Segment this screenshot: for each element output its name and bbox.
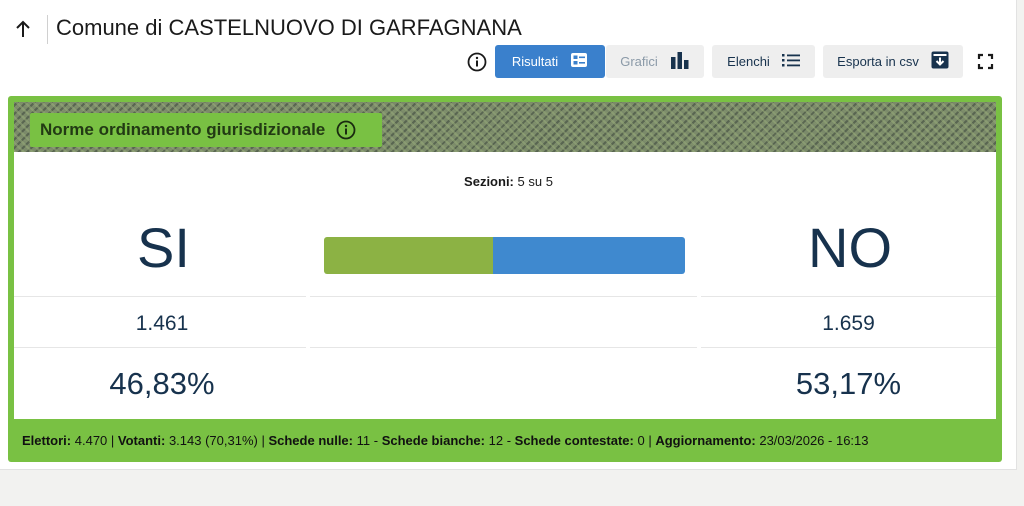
row-divider [701,347,996,348]
schede-bianche-label: Schede bianche: [381,433,485,448]
esporta-csv-button[interactable]: Esporta in csv [823,45,963,78]
esporta-label: Esporta in csv [837,54,919,69]
no-label: NO [808,216,892,279]
schede-bianche-value: 12 [488,433,504,448]
summary-footer: Elettori: 4.470 | Votanti: 3.143 (70,31%… [22,433,869,448]
yes-votes: 1.461 [135,312,189,335]
row-divider [701,296,996,297]
votanti-value: 3.143 (70,31%) [168,433,258,448]
elettori-value: 4.470 [74,433,108,448]
topic-title-text: Norme ordinamento giurisdizionale [40,120,326,139]
list-card-icon [570,52,588,71]
risultati-button[interactable]: Risultati [495,45,605,78]
grafici-label: Grafici [620,54,658,69]
back-up-arrow-icon[interactable] [12,16,34,42]
no-votes: 1.659 [822,312,875,335]
yes-percentage: 46,83% [109,366,215,401]
schede-nulle-label: Schede nulle: [268,433,353,448]
page-title: Comune di CASTELNUOVO DI GARFAGNANA [56,15,522,40]
topic-info-icon[interactable] [335,119,357,141]
no-percentage: 53,17% [795,366,902,401]
risultati-label: Risultati [511,54,559,69]
page-edge [1017,0,1024,506]
elenchi-button[interactable]: Elenchi [712,45,815,78]
topic-title: Norme ordinamento giurisdizionale [30,113,382,147]
result-bar [324,237,685,274]
row-divider [310,296,697,297]
aggiornamento-value: 23/03/2026 - 16:13 [759,433,869,448]
sezioni-value: 5 su 5 [517,174,553,189]
schede-contestate-label: Schede contestate: [514,433,634,448]
sezioni-summary: Sezioni: 5 su 5 [0,174,1017,189]
sezioni-label: Sezioni: [464,174,514,189]
row-divider [310,347,697,348]
elettori-label: Elettori: [22,433,72,448]
yes-bar-segment [324,237,494,274]
fullscreen-expand-icon[interactable] [977,53,994,70]
grafici-button[interactable]: Grafici [606,45,704,78]
schede-contestate-value: 0 [637,433,645,448]
bar-chart-icon [670,51,690,72]
no-bar-segment [493,237,685,274]
schede-nulle-value: 11 [356,433,371,448]
row-divider [14,296,306,297]
yes-label: SI [137,216,190,279]
votanti-label: Votanti: [117,433,166,448]
download-box-icon [931,51,949,72]
aggiornamento-label: Aggiornamento: [655,433,756,448]
header-divider [47,15,48,44]
list-icon [781,53,800,70]
row-divider [14,347,306,348]
elenchi-label: Elenchi [727,54,770,69]
info-icon[interactable] [466,51,488,73]
